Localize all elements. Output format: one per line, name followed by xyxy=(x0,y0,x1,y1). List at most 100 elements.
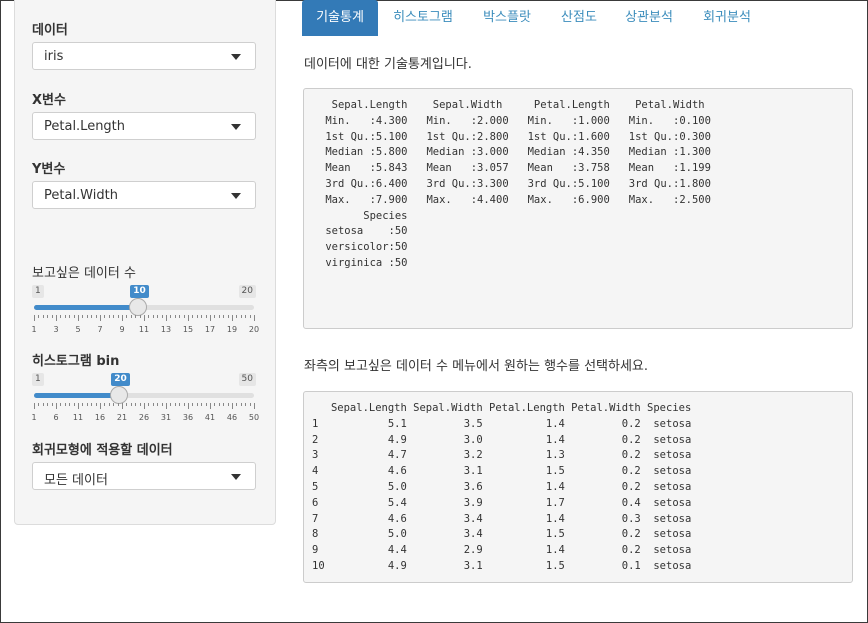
slider-tick-label: 46 xyxy=(226,413,238,422)
slider-tick xyxy=(144,315,145,321)
slider-tick xyxy=(188,403,189,409)
slider-handle[interactable] xyxy=(110,386,129,404)
slider-tick xyxy=(117,403,119,406)
y-var-select-value: Petal.Width xyxy=(44,188,118,203)
slider-tick xyxy=(201,315,203,318)
slider-tick xyxy=(218,403,220,406)
slider-tick xyxy=(86,315,88,318)
slider-tick-label: 36 xyxy=(182,413,194,422)
slider-tick xyxy=(214,315,216,318)
bin-slider-label: 히스토그램 bin xyxy=(32,354,120,369)
slider-tick xyxy=(78,315,79,321)
slider-tick xyxy=(56,403,57,409)
slider-tick xyxy=(122,315,123,321)
slider-tick xyxy=(179,315,181,318)
slider-value-label: 20 xyxy=(111,373,130,386)
slider-tick xyxy=(122,403,123,409)
slider-tick xyxy=(126,403,128,406)
slider-tick xyxy=(161,403,163,406)
rows-slider[interactable]: 1 20 10 1 3 5 7 9 11 13 15 17 19 20 xyxy=(31,285,259,345)
slider-tick xyxy=(157,403,159,406)
slider-tick xyxy=(210,315,211,321)
slider-tick-label: 21 xyxy=(116,413,128,422)
slider-value-label: 10 xyxy=(130,285,149,298)
slider-tick-label: 7 xyxy=(97,325,103,334)
slider-tick xyxy=(69,403,71,406)
slider-tick xyxy=(196,315,198,318)
slider-tick xyxy=(152,403,154,406)
data-select[interactable]: iris xyxy=(32,42,256,70)
model-data-label: 회귀모형에 적용할 데이터 xyxy=(32,443,173,458)
slider-tick xyxy=(117,315,119,318)
slider-tick xyxy=(148,403,150,406)
slider-handle[interactable] xyxy=(129,298,148,316)
slider-tick-label: 9 xyxy=(119,325,125,334)
slider-tick xyxy=(34,315,35,321)
slider-tick xyxy=(166,315,167,321)
slider-tick xyxy=(91,403,93,406)
slider-tick xyxy=(245,403,247,406)
tab-histogram[interactable]: 히스토그램 xyxy=(384,0,462,36)
slider-tick xyxy=(179,403,181,406)
slider-tick xyxy=(236,315,238,318)
summary-output: Sepal.Length Sepal.Width Petal.Length Pe… xyxy=(303,88,853,329)
data-label: 데이터 xyxy=(32,23,68,38)
model-data-select[interactable]: 모든 데이터 xyxy=(32,462,256,490)
tab-boxplot[interactable]: 박스플랏 xyxy=(472,0,542,36)
slider-tick xyxy=(139,403,141,406)
slider-tick xyxy=(95,315,97,318)
slider-tick-label: 6 xyxy=(53,413,59,422)
y-var-select[interactable]: Petal.Width xyxy=(32,181,256,209)
tab-scatter[interactable]: 산점도 xyxy=(551,0,607,36)
slider-tick xyxy=(196,403,198,406)
slider-tick-label: 11 xyxy=(72,413,84,422)
slider-tick xyxy=(73,315,75,318)
tab-descriptive-stats[interactable]: 기술통계 xyxy=(302,0,378,36)
slider-tick xyxy=(152,315,154,318)
tab-regression[interactable]: 회귀분석 xyxy=(694,0,760,36)
slider-tick xyxy=(95,403,97,406)
slider-tick xyxy=(232,315,233,321)
tab-correlation[interactable]: 상관분석 xyxy=(616,0,682,36)
slider-tick xyxy=(108,403,110,406)
slider-tick xyxy=(51,315,53,318)
slider-tick xyxy=(188,315,189,321)
slider-tick xyxy=(69,315,71,318)
slider-tick xyxy=(60,403,62,406)
chevron-down-icon xyxy=(231,474,241,480)
slider-ticks xyxy=(34,403,255,409)
x-var-select[interactable]: Petal.Length xyxy=(32,112,256,140)
slider-tick xyxy=(170,403,172,406)
slider-tick xyxy=(51,403,53,406)
slider-tick xyxy=(240,315,242,318)
slider-tick xyxy=(34,403,35,409)
slider-tick-label: 15 xyxy=(182,325,194,334)
slider-tick xyxy=(249,403,251,406)
slider-tick xyxy=(42,403,44,406)
slider-tick xyxy=(254,403,255,409)
model-data-select-value: 모든 데이터 xyxy=(44,473,108,488)
slider-tick xyxy=(100,315,101,321)
slider-fill xyxy=(34,393,120,398)
slider-tick-label: 3 xyxy=(53,325,59,334)
slider-tick xyxy=(205,315,207,318)
slider-tick xyxy=(130,403,132,406)
chevron-down-icon xyxy=(231,193,241,199)
slider-tick xyxy=(236,403,238,406)
bin-slider[interactable]: 1 50 20 1 6 11 16 21 26 31 36 41 46 50 xyxy=(31,373,260,433)
slider-tick xyxy=(205,403,207,406)
slider-max-label: 50 xyxy=(238,373,256,386)
slider-tick xyxy=(183,403,185,406)
slider-tick-label: 17 xyxy=(204,325,216,334)
slider-min-label: 1 xyxy=(32,285,44,298)
slider-fill xyxy=(34,305,139,310)
head-table-output: Sepal.Length Sepal.Width Petal.Length Pe… xyxy=(303,391,853,583)
slider-tick-label: 50 xyxy=(248,413,260,422)
slider-tick xyxy=(254,315,255,321)
slider-tick xyxy=(78,403,79,409)
slider-tick xyxy=(113,315,115,318)
slider-tick xyxy=(60,315,62,318)
slider-tick xyxy=(232,403,233,409)
slider-tick xyxy=(192,403,194,406)
slider-tick-label: 41 xyxy=(204,413,216,422)
